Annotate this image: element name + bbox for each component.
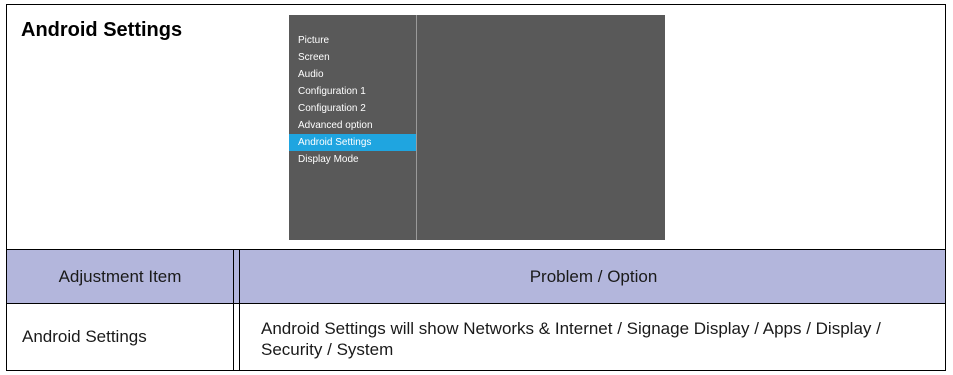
table-header-divider <box>7 303 945 304</box>
table-column-divider <box>239 250 240 370</box>
section-title: Android Settings <box>21 19 183 41</box>
osd-menu-item-screen[interactable]: Screen <box>289 49 416 66</box>
osd-menu-item-configuration-2[interactable]: Configuration 2 <box>289 100 416 117</box>
row-problem-option: Android Settings will show Networks & In… <box>261 319 881 359</box>
settings-frame: Android Settings Picture Screen Audio Co… <box>6 4 946 371</box>
header-problem-option: Problem / Option <box>529 267 658 286</box>
osd-menu-item-display-mode[interactable]: Display Mode <box>289 151 416 168</box>
osd-menu-item-android-settings[interactable]: Android Settings <box>289 134 416 151</box>
osd-screen: Picture Screen Audio Configuration 1 Con… <box>289 15 665 240</box>
header-adjustment-item: Adjustment Item <box>58 267 182 286</box>
row-adjustment-item: Android Settings <box>22 327 147 346</box>
osd-menu-item-advanced-option[interactable]: Advanced option <box>289 117 416 134</box>
osd-menu-item-configuration-1[interactable]: Configuration 1 <box>289 83 416 100</box>
osd-menu: Picture Screen Audio Configuration 1 Con… <box>289 15 417 240</box>
osd-menu-item-picture[interactable]: Picture <box>289 32 416 49</box>
osd-menu-list: Picture Screen Audio Configuration 1 Con… <box>289 15 416 168</box>
osd-menu-item-audio[interactable]: Audio <box>289 66 416 83</box>
table-column-divider <box>233 250 234 370</box>
